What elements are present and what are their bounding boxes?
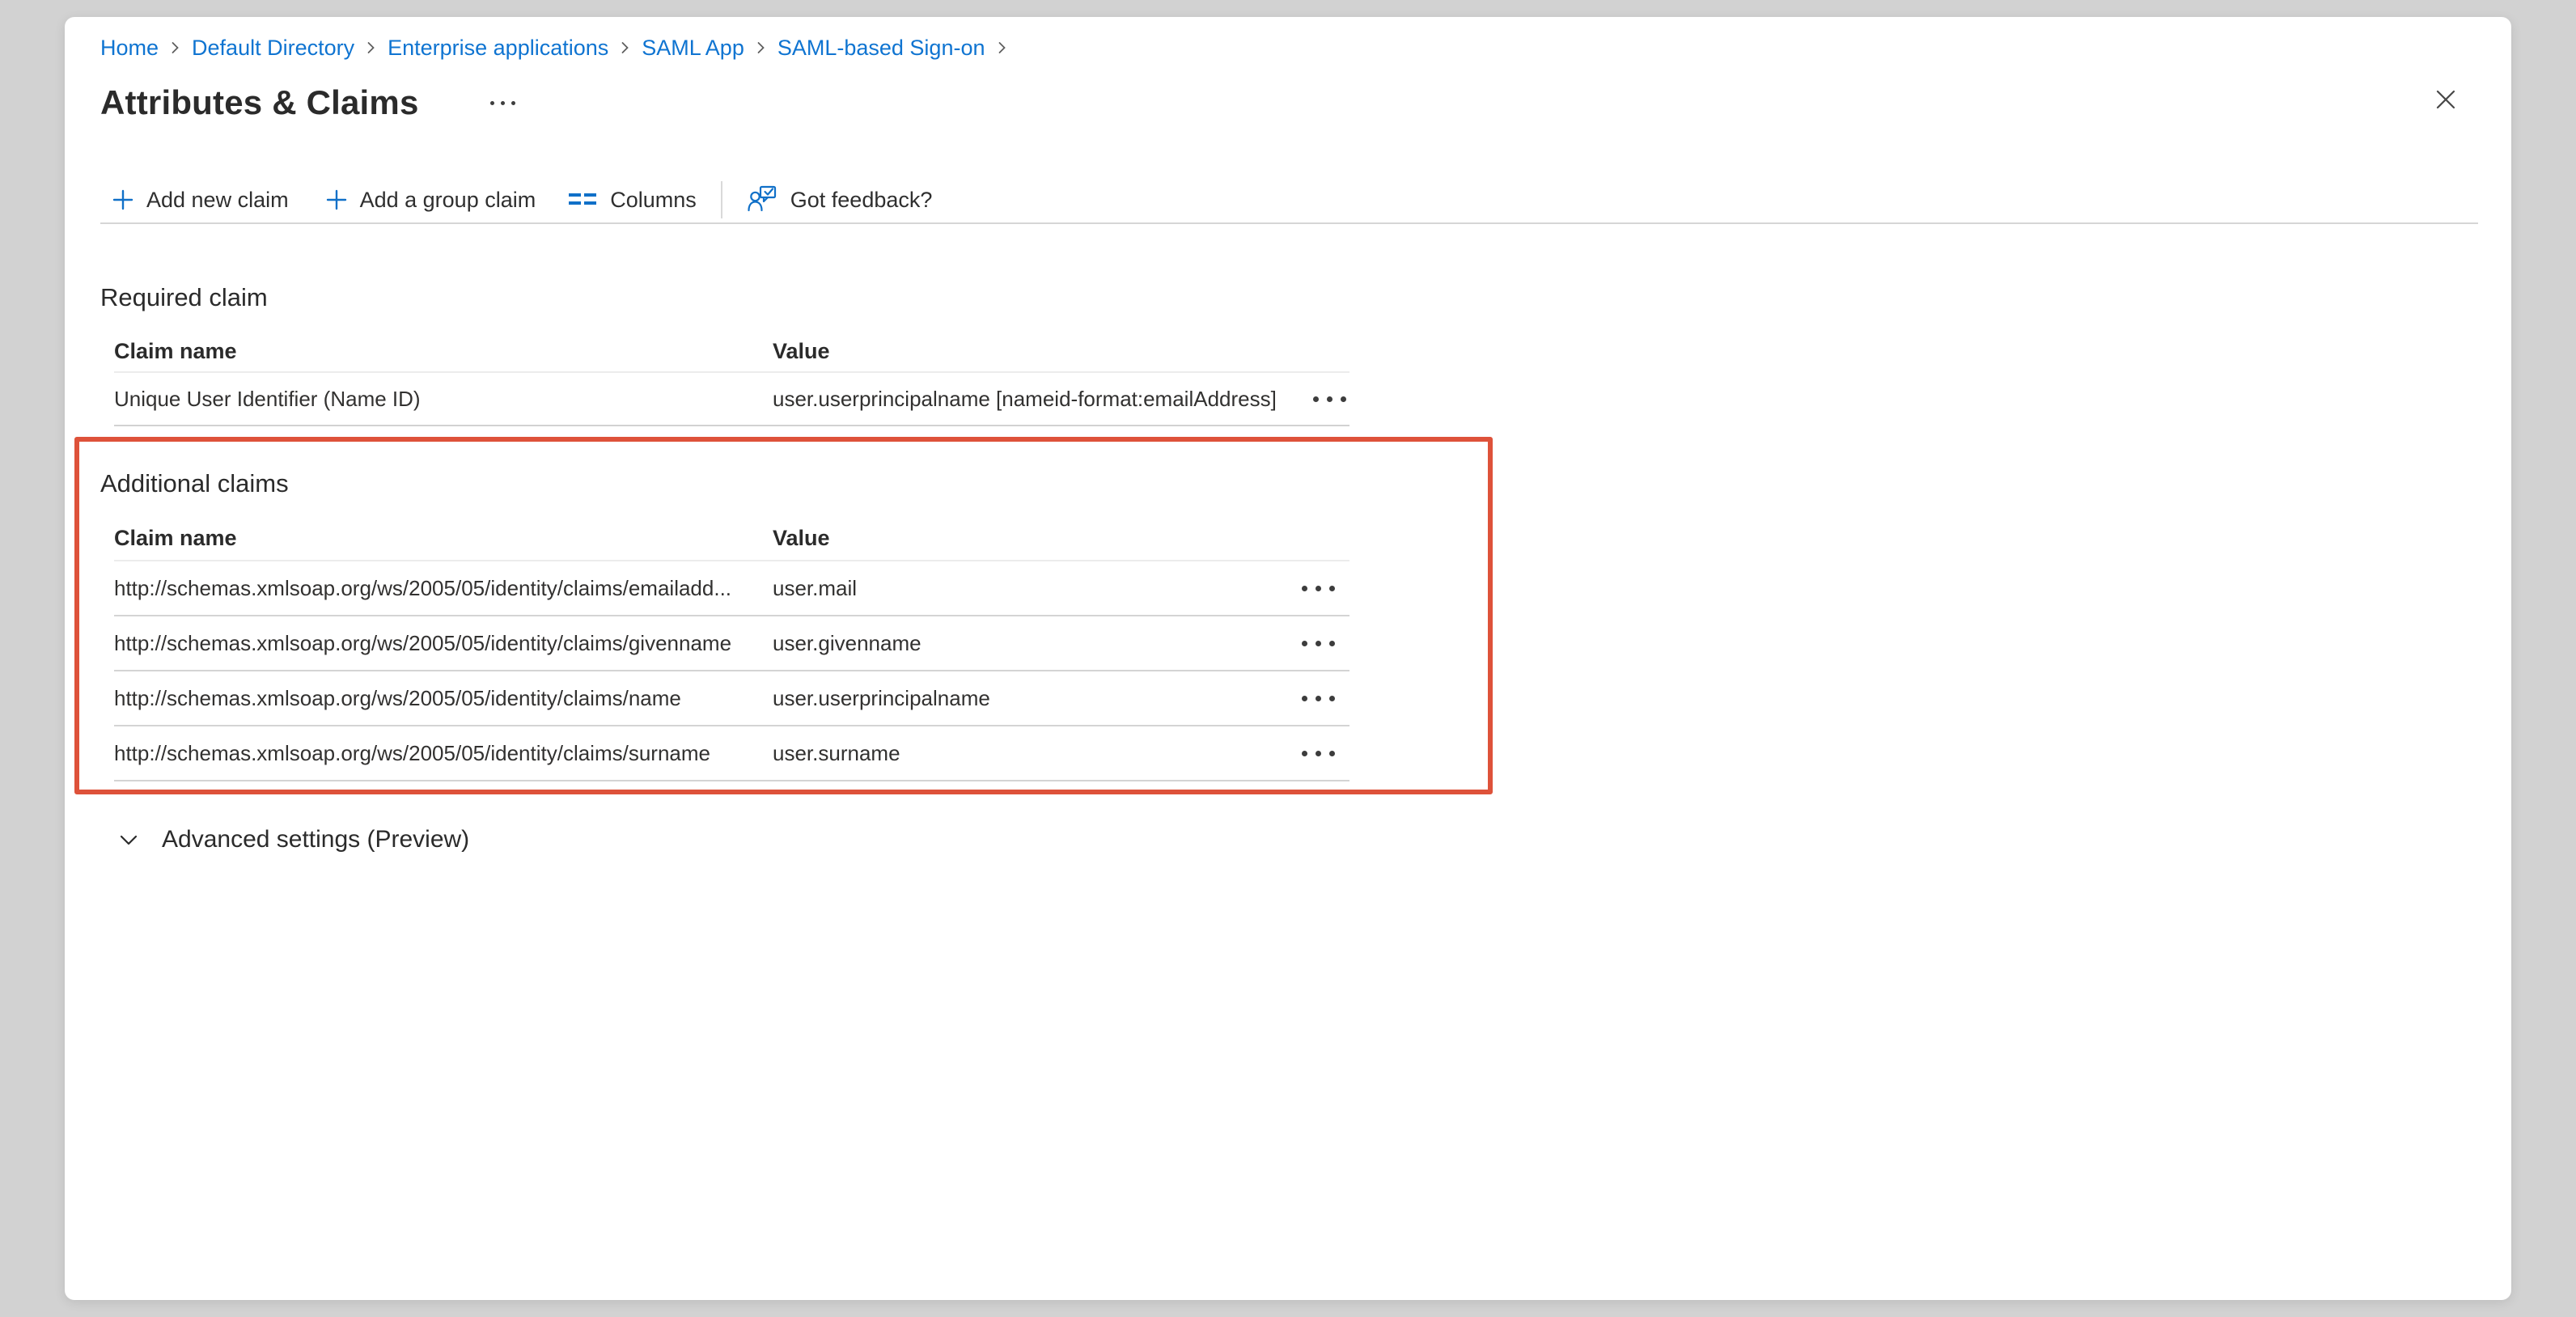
chevron-right-icon [170, 39, 180, 57]
add-new-claim-button[interactable]: Add new claim [111, 188, 289, 213]
close-icon[interactable] [2430, 83, 2462, 116]
claim-name-column-header: Claim name [114, 339, 773, 364]
feedback-icon [747, 184, 779, 216]
claim-value-cell[interactable]: user.givenname [773, 631, 1265, 656]
columns-label: Columns [610, 188, 697, 213]
claim-name-column-header: Claim name [114, 526, 773, 551]
breadcrumb-home[interactable]: Home [100, 36, 159, 61]
toolbar-separator [721, 181, 722, 218]
claim-value-cell[interactable]: user.userprincipalname [nameid-format:em… [773, 387, 1277, 412]
claim-name-cell[interactable]: http://schemas.xmlsoap.org/ws/2005/05/id… [114, 631, 773, 656]
additional-claims-heading: Additional claims [100, 467, 289, 501]
breadcrumb-saml-based-sign-on[interactable]: SAML-based Sign-on [777, 36, 985, 61]
got-feedback-button[interactable]: Got feedback? [747, 184, 933, 216]
columns-icon [568, 188, 599, 211]
claim-name-cell[interactable]: http://schemas.xmlsoap.org/ws/2005/05/id… [114, 576, 773, 601]
title-row: Attributes & Claims [100, 80, 522, 125]
table-row[interactable]: http://schemas.xmlsoap.org/ws/2005/05/id… [114, 671, 1349, 726]
chevron-right-icon [620, 39, 630, 57]
title-more-menu-icon[interactable] [484, 95, 522, 112]
advanced-settings-label: Advanced settings (Preview) [162, 826, 469, 853]
claim-value-cell[interactable]: user.userprincipalname [773, 686, 1265, 711]
claim-name-cell[interactable]: http://schemas.xmlsoap.org/ws/2005/05/id… [114, 741, 773, 766]
chevron-right-icon [366, 39, 376, 57]
plus-icon [324, 188, 349, 212]
table-header-row: Claim name Value [114, 517, 1349, 561]
row-more-menu-icon[interactable] [1299, 743, 1338, 764]
required-claim-table: Claim name Value Unique User Identifier … [114, 332, 1349, 426]
table-row[interactable]: http://schemas.xmlsoap.org/ws/2005/05/id… [114, 561, 1349, 616]
desktop-background: Home Default Directory Enterprise applic… [0, 0, 2576, 1317]
add-group-claim-button[interactable]: Add a group claim [324, 188, 536, 213]
breadcrumb-saml-app[interactable]: SAML App [642, 36, 744, 61]
row-more-menu-icon[interactable] [1299, 688, 1338, 709]
row-more-menu-icon[interactable] [1299, 633, 1338, 654]
attributes-claims-blade: Home Default Directory Enterprise applic… [65, 17, 2511, 1300]
breadcrumb-enterprise-applications[interactable]: Enterprise applications [388, 36, 608, 61]
columns-button[interactable]: Columns [568, 188, 697, 213]
toolbar-divider [100, 222, 2478, 224]
advanced-settings-expander[interactable]: Advanced settings (Preview) [117, 822, 469, 858]
breadcrumb-default-directory[interactable]: Default Directory [192, 36, 354, 61]
table-row[interactable]: http://schemas.xmlsoap.org/ws/2005/05/id… [114, 616, 1349, 671]
claim-name-cell[interactable]: Unique User Identifier (Name ID) [114, 387, 773, 412]
table-row[interactable]: Unique User Identifier (Name ID) user.us… [114, 373, 1349, 426]
claim-value-cell[interactable]: user.mail [773, 576, 1265, 601]
breadcrumb: Home Default Directory Enterprise applic… [100, 32, 1019, 63]
plus-icon [111, 188, 135, 212]
command-bar: Add new claim Add a group claim C [111, 181, 932, 218]
table-row[interactable]: http://schemas.xmlsoap.org/ws/2005/05/id… [114, 726, 1349, 781]
required-claim-heading: Required claim [100, 281, 268, 315]
table-header-row: Claim name Value [114, 332, 1349, 373]
claim-value-cell[interactable]: user.surname [773, 741, 1265, 766]
additional-claims-table: Claim name Value http://schemas.xmlsoap.… [114, 517, 1349, 781]
chevron-right-icon [997, 39, 1007, 57]
page-title: Attributes & Claims [100, 83, 419, 122]
got-feedback-label: Got feedback? [790, 188, 933, 213]
value-column-header: Value [773, 339, 1265, 364]
add-new-claim-label: Add new claim [146, 188, 289, 213]
row-more-menu-icon[interactable] [1299, 578, 1338, 599]
value-column-header: Value [773, 526, 1265, 551]
claim-name-cell[interactable]: http://schemas.xmlsoap.org/ws/2005/05/id… [114, 686, 773, 711]
add-group-claim-label: Add a group claim [360, 188, 536, 213]
chevron-down-icon [117, 828, 141, 852]
chevron-right-icon [756, 39, 766, 57]
row-more-menu-icon[interactable] [1310, 388, 1349, 410]
